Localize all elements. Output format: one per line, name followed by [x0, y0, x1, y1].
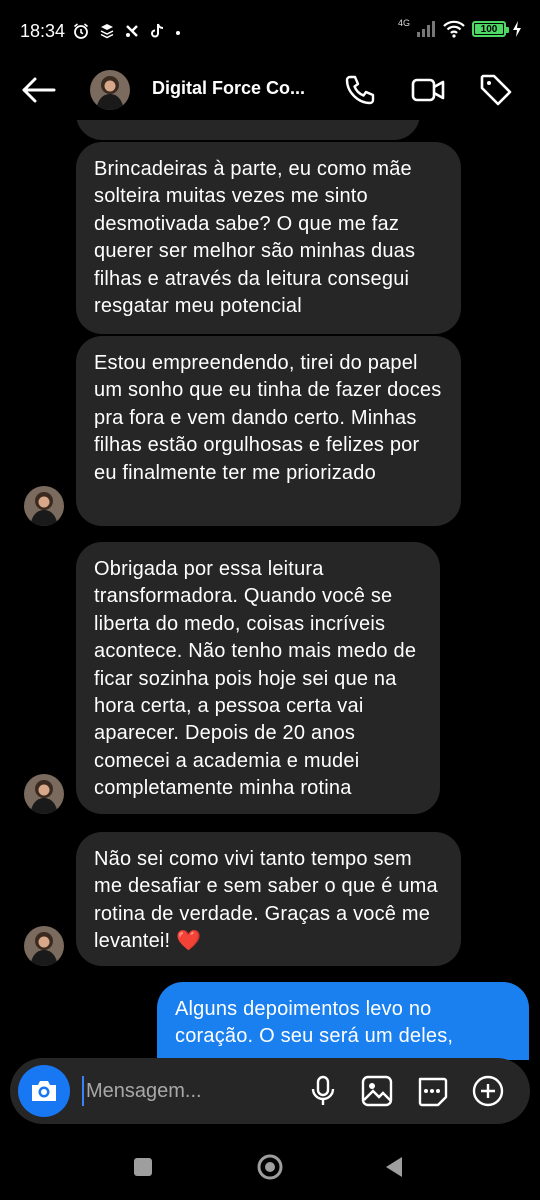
- alarm-icon: [73, 23, 89, 39]
- back-icon[interactable]: [380, 1152, 410, 1182]
- wifi-icon: [443, 20, 465, 38]
- dot-icon: [176, 31, 180, 35]
- system-navbar: [0, 1136, 540, 1200]
- camera-button[interactable]: [18, 1065, 70, 1117]
- sender-avatar[interactable]: [24, 774, 64, 814]
- notification-icons: [72, 22, 182, 40]
- message-text: Estou empreendendo, tirei do papel um so…: [94, 352, 442, 484]
- plus-icon[interactable]: [471, 1074, 505, 1108]
- contact-name[interactable]: Digital Force Co...: [152, 78, 312, 99]
- message-text: Obrigada por essa leitura transformadora…: [94, 558, 417, 800]
- signal-icon: [417, 21, 435, 37]
- message-text: Brincadeiras à parte, eu como mãe soltei…: [94, 158, 416, 318]
- sender-avatar[interactable]: [24, 926, 64, 966]
- gallery-icon[interactable]: [360, 1074, 394, 1108]
- layers-icon: [100, 24, 114, 39]
- phone-icon[interactable]: [342, 72, 378, 108]
- message-text: Não sei como vivi tanto tempo sem me des…: [94, 848, 438, 953]
- tag-icon[interactable]: [478, 72, 514, 108]
- video-icon[interactable]: [410, 72, 446, 108]
- charging-icon: [513, 21, 521, 37]
- message-composer: [10, 1058, 530, 1124]
- status-time: 18:34: [20, 21, 66, 41]
- back-arrow-icon[interactable]: [18, 72, 58, 108]
- message-thread[interactable]: Brincadeiras à parte, eu como mãe soltei…: [0, 120, 540, 1060]
- system-status: 4G 100: [397, 18, 522, 38]
- battery-indicator: 100: [472, 21, 509, 37]
- message-bubble[interactable]: Obrigada por essa leitura transformadora…: [76, 542, 440, 814]
- message-text: Alguns depoimentos levo no coração. O se…: [175, 998, 454, 1048]
- message-input[interactable]: [82, 1076, 292, 1106]
- tiktok-icon: [151, 23, 164, 38]
- microphone-icon[interactable]: [306, 1074, 340, 1108]
- message-bubble-outgoing[interactable]: Alguns depoimentos levo no coração. O se…: [157, 982, 529, 1060]
- battery-text: 100: [480, 23, 498, 35]
- camera-icon: [32, 1081, 56, 1101]
- message-bubble[interactable]: Estou empreendendo, tirei do papel um so…: [76, 336, 461, 526]
- sticker-icon[interactable]: [415, 1074, 449, 1108]
- recents-icon[interactable]: [128, 1152, 158, 1182]
- message-bubble[interactable]: Não sei como vivi tanto tempo sem me des…: [76, 832, 461, 966]
- status-bar: 18:34 4G 100: [0, 0, 540, 60]
- message-bubble-partial[interactable]: [76, 120, 420, 140]
- shuffle-icon: [126, 25, 138, 37]
- network-type: 4G: [397, 18, 410, 28]
- contact-avatar[interactable]: [90, 70, 130, 110]
- chat-header: Digital Force Co...: [0, 60, 540, 120]
- message-bubble[interactable]: Brincadeiras à parte, eu como mãe soltei…: [76, 142, 461, 334]
- sender-avatar[interactable]: [24, 486, 64, 526]
- home-icon[interactable]: [255, 1152, 285, 1182]
